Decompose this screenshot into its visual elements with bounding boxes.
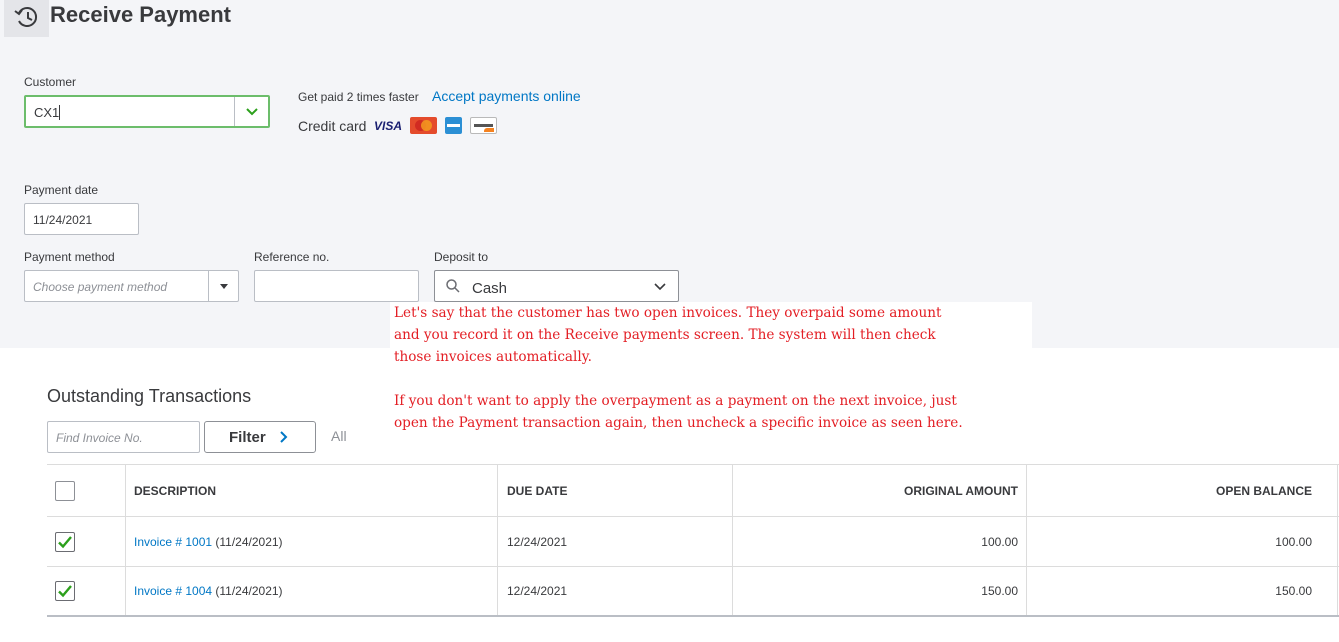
chevron-down-icon[interactable]: [244, 103, 260, 119]
caret-down-icon[interactable]: [220, 284, 228, 289]
checkmark-icon: [58, 535, 72, 548]
invoice-date: (11/24/2021): [212, 584, 283, 598]
all-filter-label[interactable]: All: [331, 428, 347, 444]
row-checkbox[interactable]: [55, 531, 75, 552]
promo-text: Get paid 2 times faster: [298, 90, 419, 104]
invoice-link[interactable]: Invoice # 1001: [134, 535, 212, 549]
row-checkbox-cell: [55, 567, 75, 615]
column-divider: [125, 567, 126, 615]
chevron-right-icon: [280, 431, 288, 443]
due-date-cell: 12/24/2021: [507, 584, 568, 598]
column-header-due-date[interactable]: DUE DATE: [507, 465, 567, 516]
page-title: Receive Payment: [50, 2, 231, 27]
filter-button[interactable]: Filter: [204, 421, 316, 453]
payment-method-placeholder: Choose payment method: [33, 280, 168, 294]
customer-value: CX1: [34, 105, 60, 120]
open-balance-cell: 150.00: [1275, 584, 1312, 598]
checkmark-icon: [58, 585, 72, 598]
payment-date-input[interactable]: 11/24/2021: [24, 203, 139, 235]
select-divider: [208, 271, 209, 301]
select-all-checkbox[interactable]: [55, 480, 75, 501]
recent-history-icon[interactable]: [12, 2, 42, 32]
column-header-original-amount[interactable]: ORIGINAL AMOUNT: [733, 465, 1018, 516]
annotation-line: If you don't want to apply the overpayme…: [394, 393, 957, 409]
customer-label: Customer: [24, 75, 77, 89]
column-header-description[interactable]: DESCRIPTION: [134, 465, 216, 516]
table-header-row: DESCRIPTION DUE DATE ORIGINAL AMOUNT OPE…: [47, 464, 1339, 517]
visa-logo: VISA: [374, 118, 403, 133]
original-amount-cell: 100.00: [981, 534, 1018, 549]
customer-select[interactable]: CX1: [24, 95, 270, 128]
column-divider: [1337, 517, 1338, 566]
column-divider: [125, 465, 126, 516]
reference-no-label: Reference no.: [254, 250, 330, 264]
column-divider: [497, 465, 498, 516]
reference-no-input[interactable]: [254, 270, 419, 302]
outstanding-transactions-table: DESCRIPTION DUE DATE ORIGINAL AMOUNT OPE…: [47, 464, 1339, 617]
mastercard-logo-icon: [410, 117, 438, 134]
annotation-line: those invoices automatically.: [394, 349, 592, 365]
annotation-line: and you record it on the Receive payment…: [394, 327, 936, 343]
table-row: Invoice # 1004 (11/24/2021) 12/24/2021 1…: [47, 567, 1339, 617]
deposit-to-value: Cash: [472, 280, 508, 297]
open-balance-cell: 100.00: [1275, 534, 1312, 549]
column-divider: [497, 517, 498, 566]
select-all-cell: [55, 465, 75, 516]
payment-date-label: Payment date: [24, 183, 99, 197]
row-checkbox-cell: [55, 517, 75, 566]
description-cell: Invoice # 1004 (11/24/2021): [134, 567, 283, 615]
amex-logo-icon: [445, 117, 463, 134]
description-cell: Invoice # 1001 (11/24/2021): [134, 517, 283, 566]
find-invoice-input[interactable]: Find Invoice No.: [47, 421, 200, 453]
annotation-line: Let's say that the customer has two open…: [394, 305, 942, 321]
annotation-line: open the Payment transaction again, then…: [394, 415, 963, 431]
invoice-link[interactable]: Invoice # 1004: [134, 584, 212, 598]
find-invoice-placeholder: Find Invoice No.: [56, 431, 143, 445]
deposit-to-select[interactable]: Cash: [434, 270, 679, 302]
column-divider: [125, 517, 126, 566]
payment-method-label: Payment method: [24, 250, 115, 264]
outstanding-transactions-title: Outstanding Transactions: [47, 386, 252, 406]
original-amount-cell: 150.00: [981, 584, 1018, 598]
accept-payments-online-link[interactable]: Accept payments online: [432, 88, 581, 104]
invoice-date: (11/24/2021): [212, 534, 283, 549]
column-divider: [1337, 465, 1338, 516]
annotation-note: Let's say that the customer has two open…: [390, 302, 1032, 448]
column-divider: [1337, 567, 1338, 615]
column-divider: [497, 567, 498, 615]
credit-card-label: Credit card: [298, 118, 367, 134]
card-logos: VISA: [374, 117, 498, 134]
filter-label: Filter: [229, 429, 266, 446]
row-checkbox[interactable]: [55, 581, 75, 601]
payment-date-value: 11/24/2021: [33, 213, 93, 227]
text-cursor: [59, 105, 60, 120]
due-date-cell: 12/24/2021: [507, 534, 568, 549]
search-icon: [446, 279, 460, 293]
discover-logo-icon: [470, 117, 498, 134]
payment-method-select[interactable]: Choose payment method: [24, 270, 239, 302]
deposit-to-label: Deposit to: [434, 250, 489, 264]
header-icon-area: [4, 0, 49, 37]
chevron-down-icon[interactable]: [652, 278, 668, 294]
select-divider: [234, 97, 235, 126]
column-header-open-balance[interactable]: OPEN BALANCE: [1027, 465, 1312, 516]
table-row: Invoice # 1001 (11/24/2021) 12/24/2021 1…: [47, 517, 1339, 567]
